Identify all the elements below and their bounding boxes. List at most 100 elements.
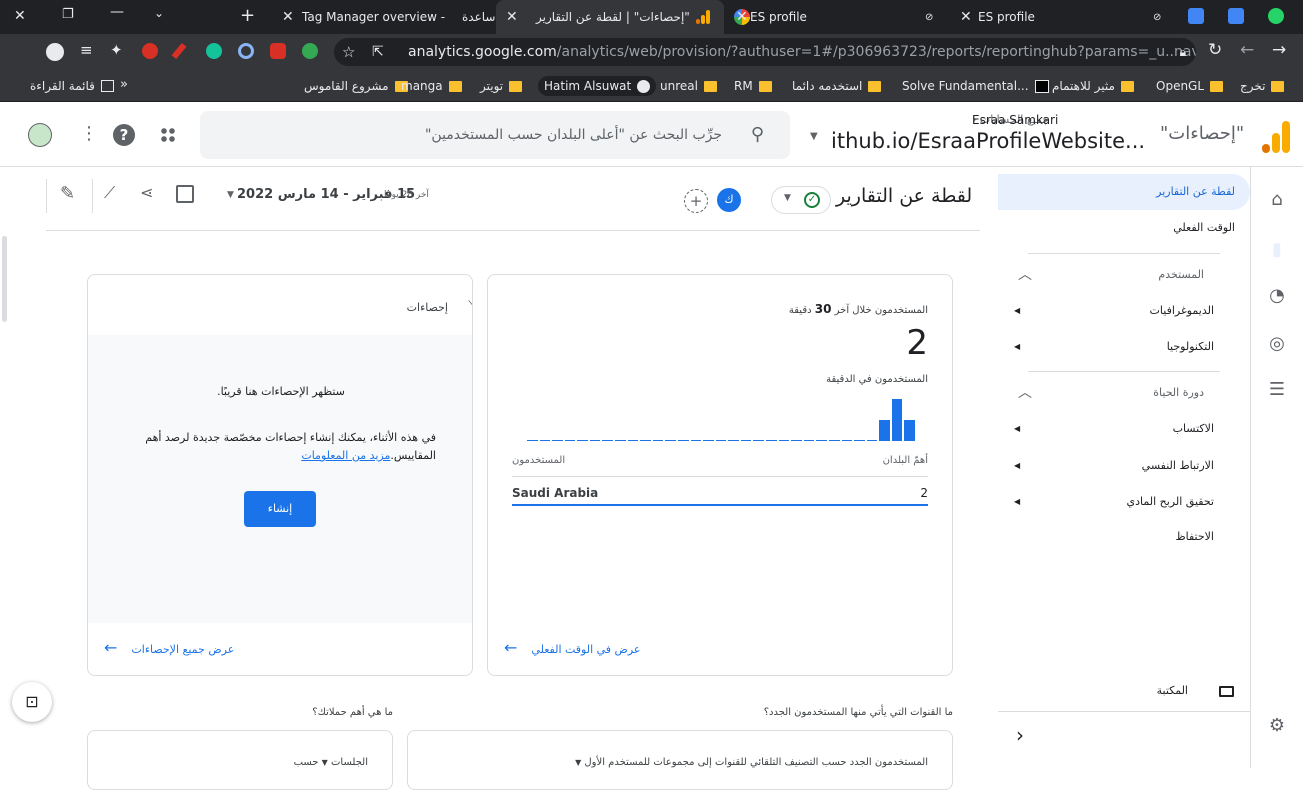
tab-analytics[interactable]: ✕ "إحصاءات" | لقطة عن التقارير bbox=[496, 0, 724, 34]
nav-realtime[interactable]: الوقت الفعلي bbox=[998, 210, 1250, 246]
edit-icon[interactable]: ✎ bbox=[60, 183, 75, 204]
add-comparison-button[interactable]: + bbox=[684, 189, 708, 213]
card-dropdown-label[interactable]: المستخدمون الجدد حسب التصنيف التلقائي لل… bbox=[575, 757, 928, 768]
bookmark-item[interactable]: OpenGL bbox=[1156, 76, 1224, 96]
compare-icon[interactable] bbox=[176, 185, 194, 203]
folder-icon bbox=[1271, 80, 1285, 92]
close-icon[interactable]: ✕ bbox=[282, 9, 294, 25]
divider bbox=[998, 711, 1250, 712]
share-icon[interactable]: ⋖ bbox=[140, 183, 153, 202]
status-selector[interactable]: ▼ ✓ bbox=[771, 186, 831, 214]
chevron-down-icon: ▼ bbox=[575, 758, 582, 767]
bookmark-item[interactable]: مثير للاهتمام bbox=[1052, 76, 1134, 96]
avatar[interactable]: ك bbox=[717, 188, 741, 212]
card-dropdown-label[interactable]: الجلسات ▼ حسب bbox=[294, 757, 368, 768]
whatsapp-icon[interactable] bbox=[1268, 8, 1284, 24]
adblock-icon[interactable] bbox=[270, 43, 286, 59]
insights-icon[interactable]: ⟋ bbox=[104, 183, 115, 203]
search-input[interactable]: جرِّب البحث عن "أعلى البلدان حسب المستخد… bbox=[200, 111, 790, 159]
bookmark-item[interactable]: RM bbox=[734, 76, 772, 96]
scrollbar[interactable] bbox=[2, 236, 7, 322]
forward-icon[interactable]: → bbox=[1272, 40, 1286, 60]
bookmark-reading-list[interactable]: قائمة القراءة bbox=[30, 76, 114, 96]
nav-library[interactable]: المكتبة bbox=[998, 673, 1250, 709]
bookmark-item[interactable]: Solve Fundamental... bbox=[902, 76, 1049, 96]
bookmark-item[interactable]: Hatim Alsuwat bbox=[538, 76, 657, 96]
bookmarks-bar: قائمة القراءة » مشروع القاموس manga تويت… bbox=[0, 70, 1303, 102]
block-icon[interactable] bbox=[238, 43, 254, 59]
bookmark-item[interactable]: تويتر bbox=[480, 76, 523, 96]
nav-retention[interactable]: الاحتفاظ bbox=[998, 519, 1250, 555]
nav-monetization[interactable]: تحقيق الربح المادي ◀ bbox=[998, 484, 1250, 520]
open-tab-icon[interactable]: ⇱ bbox=[372, 38, 384, 66]
url-field[interactable]: ☆ ⇱ analytics.google.com/analytics/web/p… bbox=[334, 38, 1196, 66]
per-minute-bar-chart bbox=[526, 399, 916, 441]
help-icon[interactable]: ? bbox=[113, 124, 135, 146]
advertising-icon[interactable]: ◎ bbox=[1266, 333, 1288, 355]
extension-pen-icon[interactable] bbox=[171, 42, 187, 60]
nav-tech[interactable]: التكنولوجيا ◀ bbox=[998, 329, 1250, 365]
tab-es-profile-1[interactable]: ✕ ES profile ⊘ bbox=[728, 0, 950, 34]
apps-grid-icon[interactable] bbox=[160, 127, 176, 143]
tab-es-profile-2[interactable]: ✕ ES profile ⊘ bbox=[956, 0, 1178, 34]
close-icon[interactable]: ✕ bbox=[736, 9, 748, 25]
translate-icon[interactable] bbox=[1188, 8, 1204, 24]
create-insight-button[interactable]: إنشاء bbox=[244, 491, 316, 527]
settings-icon[interactable]: ⚙ bbox=[1266, 715, 1288, 737]
nav-snapshot[interactable]: لقطة عن التقارير bbox=[998, 174, 1250, 210]
close-window-icon[interactable]: ✕ bbox=[14, 8, 26, 24]
view-realtime-link[interactable]: ← عرض في الوقت الفعلي bbox=[504, 638, 641, 657]
grammarly-icon[interactable] bbox=[206, 43, 222, 59]
property-name[interactable]: ithub.io/EsraaProfileWebsite... bbox=[831, 129, 1145, 153]
tab-help[interactable]: ✕ Tag Manager overview - ساعدة bbox=[266, 0, 750, 34]
date-dropdown-icon[interactable]: ▼ bbox=[227, 190, 234, 200]
explore-icon[interactable]: ◔ bbox=[1266, 285, 1288, 307]
extension-red-icon[interactable] bbox=[142, 43, 158, 59]
nav-demographics[interactable]: الديموغرافيات ◀ bbox=[998, 293, 1250, 329]
chart-bar-empty bbox=[728, 440, 739, 441]
property-dropdown-icon[interactable]: ▼ bbox=[810, 131, 818, 142]
nav-acquisition[interactable]: الاكتساب ◀ bbox=[998, 411, 1250, 447]
bookmark-star-icon[interactable]: ☆ bbox=[342, 38, 355, 66]
reports-icon[interactable]: ▮ bbox=[1266, 239, 1288, 261]
folder-icon bbox=[1120, 80, 1134, 92]
chart-bar bbox=[879, 420, 890, 441]
close-icon[interactable]: ✕ bbox=[960, 9, 972, 25]
bookmark-item[interactable]: استخدمه دائما bbox=[792, 76, 882, 96]
bookmark-item[interactable]: مشروع القاموس bbox=[304, 76, 408, 96]
configure-icon[interactable]: ☰ bbox=[1266, 379, 1288, 401]
reload-icon[interactable]: ↻ bbox=[1208, 40, 1222, 60]
new-tab-button[interactable]: + bbox=[240, 5, 255, 26]
view-all-insights-link[interactable]: ← عرض جميع الإحصاءات bbox=[104, 638, 234, 657]
extension-green-icon[interactable] bbox=[302, 43, 318, 59]
profile-avatar-icon[interactable] bbox=[46, 43, 64, 61]
bookmark-item[interactable]: تخرج bbox=[1240, 76, 1285, 96]
country-column-header: أهمّ البلدان bbox=[882, 455, 928, 466]
nav-engagement[interactable]: الارتباط النفسي ◀ bbox=[998, 448, 1250, 484]
nav-section-lifecycle[interactable]: دورة الحياة ︿ bbox=[998, 375, 1250, 411]
minimize-window-icon[interactable]: — bbox=[110, 4, 124, 20]
learn-more-link[interactable]: مزيد من المعلومات bbox=[301, 449, 390, 462]
avatar[interactable] bbox=[28, 123, 52, 147]
close-icon[interactable]: ✕ bbox=[506, 9, 518, 25]
collapse-nav-icon[interactable]: ‹ bbox=[1016, 723, 1024, 747]
caret-icon: ◀ bbox=[1014, 342, 1021, 351]
tab-search-chevron-icon[interactable]: ⌄ bbox=[154, 6, 164, 20]
bookmark-item[interactable]: manga bbox=[401, 76, 462, 96]
translate-icon[interactable] bbox=[1228, 8, 1244, 24]
nav-section-user[interactable]: المستخدم ︿ bbox=[998, 257, 1250, 293]
feedback-button[interactable]: ⊡ bbox=[12, 682, 52, 722]
bookmark-item[interactable]: unreal bbox=[660, 76, 717, 96]
more-bookmarks-icon[interactable]: » bbox=[120, 77, 128, 92]
back-icon[interactable]: ← bbox=[1240, 40, 1254, 60]
site-icon bbox=[1034, 79, 1049, 93]
lock-icon: 🔒︎ bbox=[1179, 45, 1186, 59]
extensions-icon[interactable]: ✦ bbox=[110, 41, 123, 59]
folder-icon bbox=[448, 80, 462, 92]
more-vert-icon[interactable]: ⋮ bbox=[80, 123, 98, 144]
folder-icon bbox=[1219, 686, 1234, 697]
restore-window-icon[interactable]: ❐ bbox=[62, 7, 74, 22]
chart-bar bbox=[891, 399, 903, 441]
playlist-icon[interactable]: ≡ bbox=[80, 41, 93, 59]
home-icon[interactable]: ⌂ bbox=[1266, 189, 1288, 211]
